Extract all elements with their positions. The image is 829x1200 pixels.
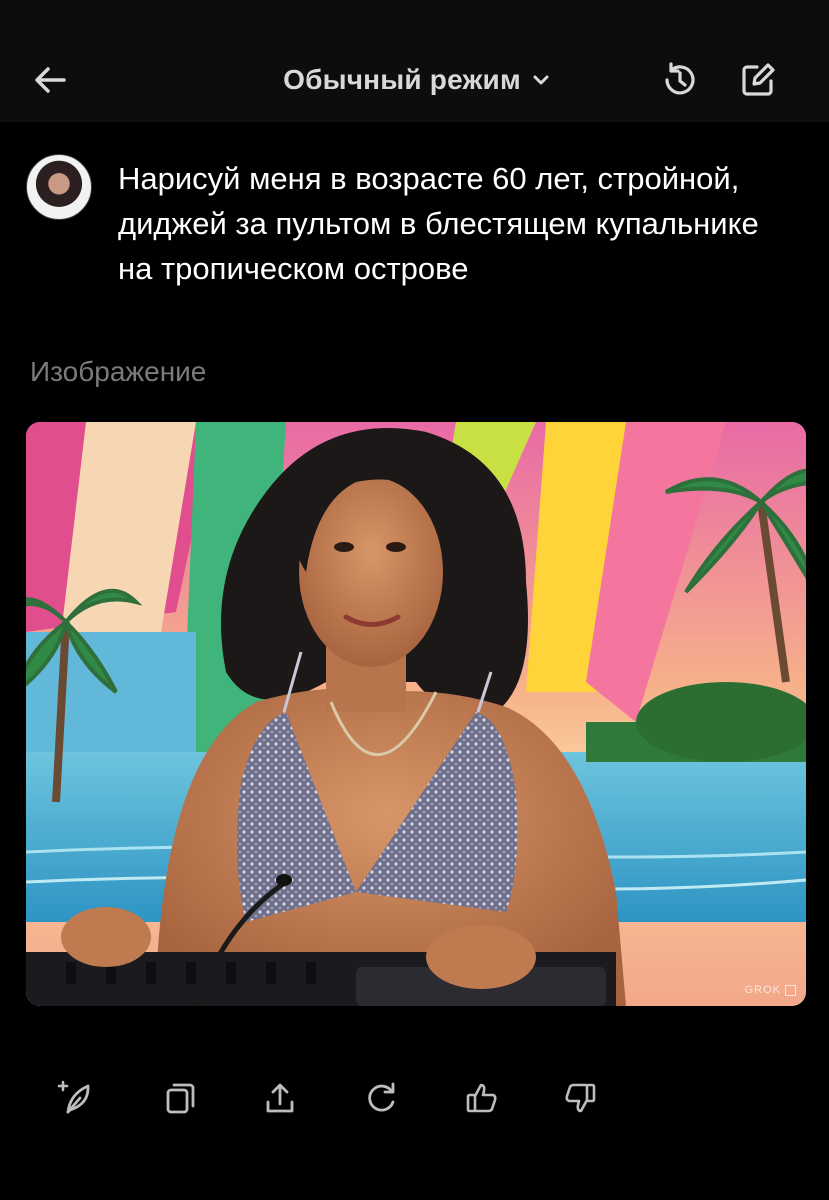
chevron-down-icon: [533, 75, 549, 85]
section-label: Изображение: [30, 356, 207, 387]
arrow-left-icon: [35, 67, 66, 93]
watermark-icon: [785, 984, 796, 996]
back-button[interactable]: [22, 52, 78, 108]
action-regenerate-style-button[interactable]: [50, 1072, 102, 1124]
generated-image-illustration: [26, 422, 806, 1006]
share-icon: [266, 1083, 294, 1113]
history-button[interactable]: [652, 52, 708, 108]
mode-selector[interactable]: Обычный режим: [262, 56, 572, 104]
action-like-button[interactable]: [456, 1072, 508, 1124]
sparkle-leaf-icon: [57, 1080, 90, 1114]
action-copy-button[interactable]: [154, 1072, 206, 1124]
top-bar: Обычный режим: [0, 0, 829, 122]
action-dislike-button[interactable]: [554, 1072, 606, 1124]
edit-icon: [742, 63, 775, 96]
action-regenerate-button[interactable]: [355, 1072, 407, 1124]
message-text: Нарисуй меня в возрасте 60 лет, стройной…: [118, 161, 759, 286]
history-icon: [665, 62, 695, 95]
generated-image[interactable]: GROK: [26, 422, 806, 1006]
action-share-button[interactable]: [254, 1072, 306, 1124]
copy-icon: [166, 1083, 195, 1114]
watermark-text: GROK: [744, 984, 781, 996]
new-chat-button[interactable]: [730, 52, 786, 108]
refresh-icon: [368, 1082, 395, 1112]
user-message: Нарисуй меня в возрасте 60 лет, стройной…: [26, 154, 806, 291]
thumbs-up-icon: [466, 1083, 497, 1113]
avatar: [26, 154, 92, 220]
mode-label: Обычный режим: [283, 64, 521, 95]
thumbs-down-icon: [565, 1083, 596, 1113]
watermark: GROK: [745, 984, 796, 996]
